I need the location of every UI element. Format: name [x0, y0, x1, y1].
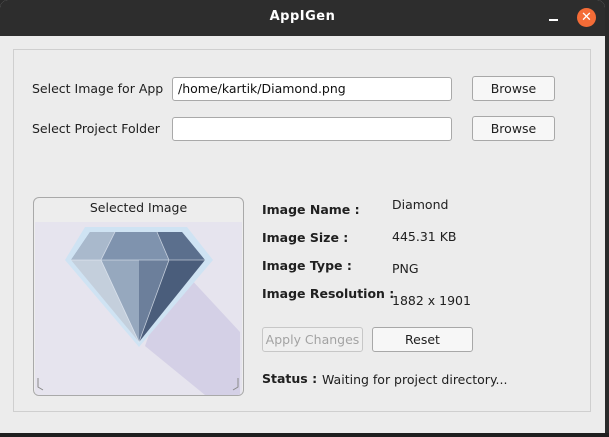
minimize-icon[interactable] [546, 10, 560, 24]
status-message: Waiting for project directory... [322, 372, 508, 387]
image-name-label: Image Name : [262, 202, 360, 217]
app-window: AppIGen ✕ Select Image for App /home/kar… [0, 0, 605, 433]
image-resolution-label: Image Resolution : [262, 286, 395, 301]
image-path-field[interactable]: /home/kartik/Diamond.png [172, 77, 452, 101]
project-folder-field[interactable] [172, 117, 452, 141]
reset-button[interactable]: Reset [372, 327, 473, 352]
image-type-label: Image Type : [262, 258, 352, 273]
image-resolution-value: 1882 x 1901 [392, 293, 471, 308]
image-size-label: Image Size : [262, 230, 349, 245]
apply-changes-button[interactable]: Apply Changes [262, 327, 363, 352]
selected-image-title: Selected Image [89, 200, 188, 215]
image-path-label: Select Image for App [32, 81, 164, 96]
status-label: Status : [262, 371, 318, 386]
project-folder-label: Select Project Folder [32, 121, 160, 136]
close-icon[interactable]: ✕ [577, 8, 596, 27]
window-title: AppIGen [269, 9, 336, 24]
browse-image-button[interactable]: Browse [472, 76, 555, 101]
image-size-value: 445.31 KB [392, 229, 457, 244]
image-name-value: Diamond [392, 197, 449, 212]
selected-image-group: Selected Image [33, 197, 244, 396]
title-bar[interactable]: AppIGen ✕ [0, 0, 605, 36]
image-type-value: PNG [392, 261, 419, 276]
desktop-background [0, 433, 609, 437]
diamond-image [35, 222, 242, 395]
main-panel: Select Image for App /home/kartik/Diamon… [13, 49, 591, 412]
browse-folder-button[interactable]: Browse [472, 116, 555, 141]
